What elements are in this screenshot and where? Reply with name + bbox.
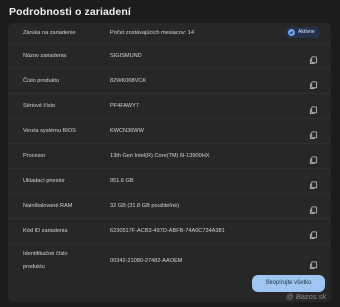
row-value: 32 GB (31.8 GB použiteľné)	[110, 203, 180, 209]
page-title: Podrobnosti o zariadení	[9, 6, 131, 18]
row-value: KWCN36WW	[110, 128, 144, 134]
row-label: Verzia systému BIOS	[23, 128, 76, 134]
copy-icon[interactable]	[309, 177, 318, 190]
check-circle-icon	[288, 29, 295, 36]
watermark: @ Bazos.sk	[286, 292, 327, 301]
status-badge-label: Aktívne	[298, 29, 315, 35]
row-label: Sériové číslo	[23, 103, 56, 109]
row-label: Záruka na zariadenie	[23, 30, 76, 36]
row-label: Kód ID zariadenia	[23, 228, 68, 234]
row-installed-ram: Nainštalované RAM 32 GB (31.8 GB použite…	[8, 194, 331, 219]
device-details-panel: Záruka na zariadenie Počet zostávajúcich…	[8, 23, 331, 302]
row-value: Počet zostávajúcich mesiacov: 14	[110, 30, 194, 36]
copy-icon[interactable]	[309, 202, 318, 215]
row-serial-number: Sériové číslo PF4FAWY7	[8, 94, 331, 119]
row-value: 951.6 GB	[110, 178, 134, 184]
copy-icon[interactable]	[309, 227, 318, 240]
row-value: PF4FAWY7	[110, 103, 140, 109]
copy-icon[interactable]	[309, 152, 318, 165]
row-label-line2: produktu	[23, 264, 45, 270]
row-value: 82WK008VCK	[110, 78, 147, 84]
copy-icon[interactable]	[309, 102, 318, 115]
row-bios-version: Verzia systému BIOS KWCN36WW	[8, 119, 331, 144]
row-label: Procesor	[23, 153, 46, 159]
copy-icon[interactable]	[309, 257, 318, 270]
row-processor: Procesor 13th Gen Intel(R) Core(TM) i9-1…	[8, 144, 331, 169]
row-warranty: Záruka na zariadenie Počet zostávajúcich…	[8, 23, 331, 44]
row-product-number: Číslo produktu 82WK008VCK	[8, 69, 331, 94]
row-value: SIGISMUND	[110, 53, 142, 59]
row-label: Názov zariadenia	[23, 53, 67, 59]
copy-icon[interactable]	[309, 52, 318, 65]
row-storage: Ukladací priestor 951.6 GB	[8, 169, 331, 194]
copy-icon[interactable]	[309, 77, 318, 90]
row-value: 6230517F-ACB3-497D-ABFB-74A0C734A381	[110, 228, 225, 234]
row-label: Ukladací priestor	[23, 178, 65, 184]
row-value: 00342-21080-27482-AAOEM	[110, 258, 183, 264]
row-device-name: Názov zariadenia SIGISMUND	[8, 44, 331, 69]
row-value: 13th Gen Intel(R) Core(TM) i9-13900HX	[110, 153, 210, 159]
copy-icon[interactable]	[309, 127, 318, 140]
status-badge: Aktívne	[285, 27, 320, 38]
row-device-id: Kód ID zariadenia 6230517F-ACB3-497D-ABF…	[8, 219, 331, 244]
row-label-line1: Identifikačné číslo	[23, 251, 68, 257]
copy-all-button[interactable]: Skopírujte všetko	[252, 275, 325, 292]
row-label: Nainštalované RAM	[23, 203, 73, 209]
row-label: Číslo produktu	[23, 78, 60, 84]
